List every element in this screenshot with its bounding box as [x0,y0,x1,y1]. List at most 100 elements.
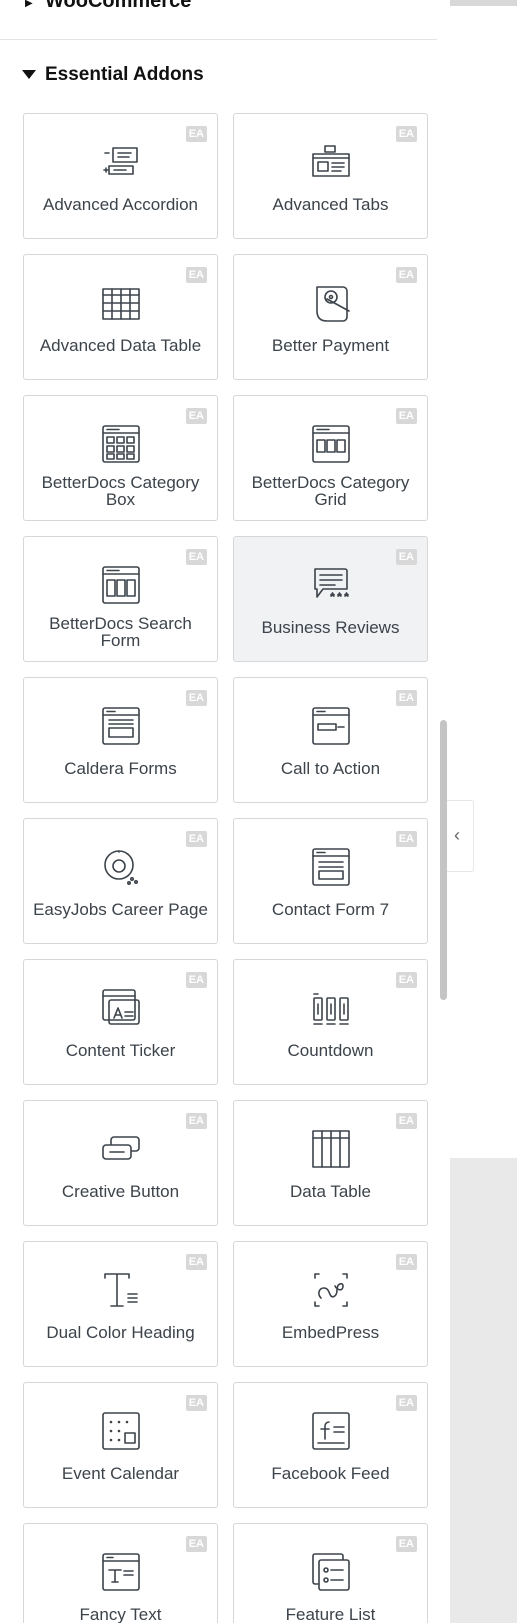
caldera-forms-icon [99,704,143,748]
ea-badge: EA [185,1395,207,1411]
widget-card[interactable]: EA Fancy Text [23,1523,218,1623]
widget-label: Fancy Text [79,1605,162,1623]
event-calendar-icon [99,1409,143,1453]
widget-label: Business Reviews [261,618,400,637]
tabs-icon [309,140,353,184]
data-table-icon [99,281,143,325]
widget-card[interactable]: EA BetterDocs Category Box [23,395,218,521]
widget-card[interactable]: EA Caldera Forms [23,677,218,803]
contact-form-icon [309,845,353,889]
widget-card[interactable]: EA Data Table [233,1100,428,1226]
widgets-panel: ▶ WooCommerce Essential Addons EA Advance… [0,0,450,1623]
widget-label: BetterDocs Search Form [49,614,192,650]
ea-badge: EA [185,1113,207,1129]
ea-badge: EA [395,1113,417,1129]
widget-label: Contact Form 7 [271,900,390,919]
facebook-feed-icon [309,1409,353,1453]
scrollbar-thumb[interactable] [440,720,447,1000]
widget-label: Advanced Accordion [43,195,198,214]
dual-heading-icon [99,1268,143,1312]
ea-badge: EA [185,267,207,283]
widget-label: Facebook Feed [271,1464,390,1483]
canvas-page [450,6,517,1158]
ea-badge: EA [395,1395,417,1411]
widget-label: Call to Action [280,759,381,778]
widget-card[interactable]: EA Event Calendar [23,1382,218,1508]
canvas-top-bar [450,0,517,6]
caret-down-icon [22,70,36,79]
widget-label: Countdown [287,1041,374,1060]
reviews-icon [309,563,353,607]
fancy-text-icon [99,1550,143,1594]
ea-badge: EA [185,1536,207,1552]
embedpress-icon [309,1268,353,1312]
widget-card[interactable]: EA Creative Button [23,1100,218,1226]
accordion-icon [99,140,143,184]
section-title: WooCommerce [45,0,192,12]
widget-card[interactable]: EA BetterDocs Search Form [23,536,218,662]
category-box-icon [99,422,143,466]
ea-badge: EA [185,690,207,706]
widget-label: Caldera Forms [64,759,177,778]
ea-badge: EA [395,126,417,142]
widget-label: Content Ticker [65,1041,176,1060]
widget-card[interactable]: EA Facebook Feed [233,1382,428,1508]
ea-badge: EA [185,408,207,424]
countdown-icon [309,986,353,1030]
widget-card[interactable]: EA Advanced Accordion [23,113,218,239]
widget-label: Data Table [290,1182,371,1201]
ea-badge: EA [395,1254,417,1270]
widget-label: Advanced Tabs [272,195,389,214]
creative-button-icon [99,1127,143,1171]
widget-card[interactable]: EA EasyJobs Career Page [23,818,218,944]
table-icon [309,1127,353,1171]
ea-badge: EA [185,549,207,565]
widget-label: Feature List [285,1605,376,1623]
ea-badge: EA [395,690,417,706]
widget-label: Event Calendar [61,1464,180,1483]
widget-card[interactable]: EA Feature List [233,1523,428,1623]
widget-card[interactable]: EA Dual Color Heading [23,1241,218,1367]
content-ticker-icon [99,986,143,1030]
ea-badge: EA [395,1536,417,1552]
widget-card[interactable]: EA Call to Action [233,677,428,803]
widget-card[interactable]: EA Better Payment [233,254,428,380]
chevron-left-icon: ‹ [454,825,460,845]
widget-label: BetterDocs Category Grid [251,473,410,509]
widget-card[interactable]: EA Countdown [233,959,428,1085]
payment-icon [309,281,353,325]
section-title: Essential Addons [45,64,204,85]
feature-list-icon [309,1550,353,1594]
caret-right-icon: ▶ [25,0,33,9]
essential-addons-section-header[interactable]: Essential Addons [0,62,437,92]
ea-badge: EA [395,549,417,565]
widget-card[interactable]: EA EmbedPress [233,1241,428,1367]
widget-label: Advanced Data Table [39,336,202,355]
ea-badge: EA [185,972,207,988]
ea-badge: EA [395,267,417,283]
widget-card[interactable]: EA BetterDocs Category Grid [233,395,428,521]
search-form-icon [99,563,143,607]
collapse-panel-toggle[interactable]: ‹ [447,800,474,872]
widget-card[interactable]: EA Content Ticker [23,959,218,1085]
widget-grid: EA Advanced Accordion EA Advanced Tabs EA Adv… [23,113,428,1623]
ea-badge: EA [395,831,417,847]
widget-card[interactable]: EA Advanced Data Table [23,254,218,380]
ea-badge: EA [395,972,417,988]
widget-label: EasyJobs Career Page [33,900,208,919]
ea-badge: EA [395,408,417,424]
ea-badge: EA [185,831,207,847]
widget-label: Dual Color Heading [46,1323,195,1342]
widget-label: BetterDocs Category Box [41,473,200,509]
widget-label: Creative Button [61,1182,180,1201]
woocommerce-section-header[interactable]: ▶ WooCommerce [0,0,450,40]
widget-label: EmbedPress [281,1323,380,1342]
ea-badge: EA [185,126,207,142]
widget-card[interactable]: EA Advanced Tabs [233,113,428,239]
widget-label: Better Payment [271,336,390,355]
widget-card[interactable]: EA Business Reviews [233,536,428,662]
category-grid-icon [309,422,353,466]
widget-card[interactable]: EA Contact Form 7 [233,818,428,944]
call-to-action-icon [309,704,353,748]
ea-badge: EA [185,1254,207,1270]
